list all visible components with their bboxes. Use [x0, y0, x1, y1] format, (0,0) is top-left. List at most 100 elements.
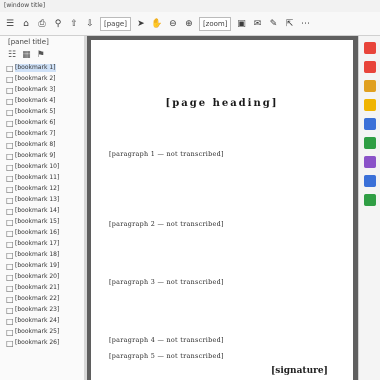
bookmark-label: [bookmark 12] [15, 185, 60, 192]
panel-title: [panel title] [8, 38, 49, 46]
bookmark-icon: □ [6, 339, 14, 348]
bookmark-item[interactable]: □ [bookmark 13] [0, 196, 84, 205]
comment-icon[interactable]: ✉ [251, 18, 263, 30]
pdf-page: [page heading] [paragraph 1 — not transc… [91, 40, 353, 380]
bookmark-label: [bookmark 6] [15, 119, 56, 126]
bookmark-label: [bookmark 1] [15, 64, 56, 72]
paragraph: [paragraph 1 — not transcribed] [109, 150, 224, 158]
organize-pages-icon[interactable] [363, 137, 376, 149]
bookmark-label: [bookmark 10] [15, 163, 60, 170]
zoom-out-icon[interactable]: ⊖ [167, 18, 179, 30]
bookmark-icon: □ [6, 262, 14, 271]
bookmark-item[interactable]: □ [bookmark 4] [0, 97, 84, 106]
bookmark-item[interactable]: □ [bookmark 7] [0, 130, 84, 139]
bookmark-icon: □ [6, 141, 14, 150]
bookmark-icon: □ [6, 152, 14, 161]
bookmark-icon: □ [6, 174, 14, 183]
hand-icon[interactable]: ✋ [151, 18, 163, 30]
bookmark-label: [bookmark 3] [15, 86, 56, 93]
bookmark-label: [bookmark 26] [15, 339, 60, 346]
bookmark-item[interactable]: □ [bookmark 12] [0, 185, 84, 194]
search-icon[interactable]: ⚲ [52, 18, 64, 30]
home-icon[interactable]: ⌂ [20, 18, 32, 30]
bookmark-item[interactable]: □ [bookmark 19] [0, 262, 84, 271]
bookmark-item[interactable]: □ [bookmark 5] [0, 108, 84, 117]
fit-icon[interactable]: ▣ [235, 18, 247, 30]
bookmark-icon: □ [6, 130, 14, 139]
bookmark-item[interactable]: □ [bookmark 23] [0, 306, 84, 315]
combine-files-icon[interactable] [363, 118, 376, 130]
bookmark-item[interactable]: □ [bookmark 8] [0, 141, 84, 150]
bookmark-item[interactable]: □ [bookmark 2] [0, 75, 84, 84]
share-icon[interactable]: ⇱ [283, 18, 295, 30]
protect-icon[interactable] [363, 175, 376, 187]
bookmark-item[interactable]: □ [bookmark 15] [0, 218, 84, 227]
bookmark-label: [bookmark 22] [15, 295, 60, 302]
bookmark-label: [bookmark 9] [15, 152, 56, 159]
bookmark-icon: □ [6, 306, 14, 315]
bookmarks-panel: [panel title] ☷ ▦ ⚑ □ [bookmark 1] □ [bookm… [0, 36, 85, 380]
fill-sign-icon[interactable] [363, 156, 376, 168]
zoom-in-icon[interactable]: ⊕ [183, 18, 195, 30]
send-icon[interactable] [363, 194, 376, 206]
page-down-icon[interactable]: ⇩ [84, 18, 96, 30]
bookmark-item[interactable]: □ [bookmark 26] [0, 339, 84, 348]
bookmark-item[interactable]: □ [bookmark 22] [0, 295, 84, 304]
bookmark-icon: □ [6, 207, 14, 216]
bookmark-label: [bookmark 20] [15, 273, 60, 280]
bookmark-label: [bookmark 7] [15, 130, 56, 137]
paragraph: [paragraph 3 — not transcribed] [109, 278, 224, 286]
more-icon[interactable]: ⋯ [299, 18, 311, 30]
bookmark-icon: □ [6, 240, 14, 249]
bookmark-options-icon[interactable]: ☷ [8, 50, 16, 60]
bookmark-item[interactable]: □ [bookmark 25] [0, 328, 84, 337]
bookmark-label: [bookmark 2] [15, 75, 56, 82]
bookmark-list: □ [bookmark 1] □ [bookmark 2] □ [bookmark 3] □… [0, 64, 84, 348]
comment-tool-icon[interactable] [363, 99, 376, 111]
expand-icon[interactable]: ▦ [22, 50, 31, 60]
main-toolbar: ☰ ⌂ ⎙ ⚲ ⇧ ⇩ [page] ➤ ✋ ⊖ ⊕ [zoom] ▣ ✉ ✎ … [0, 12, 380, 36]
bookmark-item[interactable]: □ [bookmark 17] [0, 240, 84, 249]
bookmark-label: [bookmark 25] [15, 328, 60, 335]
bookmark-label: [bookmark 8] [15, 141, 56, 148]
export-pdf-icon[interactable] [363, 42, 376, 54]
bookmark-item[interactable]: □ [bookmark 24] [0, 317, 84, 326]
pen-icon[interactable]: ✎ [267, 18, 279, 30]
bookmark-label: [bookmark 16] [15, 229, 60, 236]
bookmark-label: [bookmark 4] [15, 97, 56, 104]
bookmark-item[interactable]: □ [bookmark 11] [0, 174, 84, 183]
bookmark-label: [bookmark 15] [15, 218, 60, 225]
select-icon[interactable]: ➤ [135, 18, 147, 30]
bookmark-icon: □ [6, 196, 14, 205]
bookmark-icon: □ [6, 284, 14, 293]
document-viewer[interactable]: [page heading] [paragraph 1 — not transc… [87, 36, 358, 380]
menu-icon[interactable]: ☰ [4, 18, 16, 30]
print-icon[interactable]: ⎙ [36, 18, 48, 30]
bookmark-item[interactable]: □ [bookmark 20] [0, 273, 84, 282]
bookmark-item[interactable]: □ [bookmark 16] [0, 229, 84, 238]
bookmark-label: [bookmark 17] [15, 240, 60, 247]
bookmark-item[interactable]: □ [bookmark 1] [0, 64, 84, 73]
bookmark-icon: □ [6, 295, 14, 304]
page-indicator[interactable]: [page] [100, 16, 131, 31]
page-up-icon[interactable]: ⇧ [68, 18, 80, 30]
bookmark-icon: □ [6, 273, 14, 282]
bookmark-item[interactable]: □ [bookmark 18] [0, 251, 84, 260]
zoom-field[interactable]: [zoom] [198, 16, 232, 31]
bookmark-icon: □ [6, 229, 14, 238]
bookmark-item[interactable]: □ [bookmark 3] [0, 86, 84, 95]
bookmark-label: [bookmark 21] [15, 284, 60, 291]
bookmark-icon: □ [6, 75, 14, 84]
bookmark-item[interactable]: □ [bookmark 10] [0, 163, 84, 172]
tools-rail [358, 36, 380, 380]
create-pdf-icon[interactable] [363, 80, 376, 92]
bookmark-item[interactable]: □ [bookmark 21] [0, 284, 84, 293]
tag-icon[interactable]: ⚑ [37, 50, 45, 60]
bookmark-label: [bookmark 14] [15, 207, 60, 214]
bookmark-item[interactable]: □ [bookmark 9] [0, 152, 84, 161]
bookmark-item[interactable]: □ [bookmark 6] [0, 119, 84, 128]
bookmark-item[interactable]: □ [bookmark 14] [0, 207, 84, 216]
bookmark-icon: □ [6, 97, 14, 106]
panel-tools: ☷ ▦ ⚑ [0, 48, 84, 62]
edit-pdf-icon[interactable] [363, 61, 376, 73]
